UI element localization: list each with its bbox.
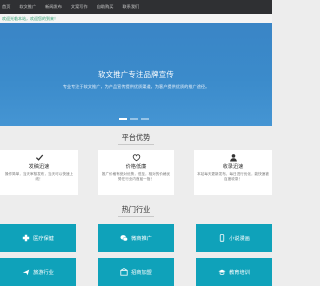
nav-item-self-purchase[interactable]: 自助购买 bbox=[97, 4, 114, 10]
industry-tile[interactable]: 微商推广 bbox=[98, 224, 174, 252]
notice-text: 欢迎光临本站，欢迎您的到来！ bbox=[2, 15, 58, 21]
industry-tile[interactable]: 旅游行业 bbox=[0, 258, 76, 286]
industry-tile-label: 微商推广 bbox=[131, 235, 152, 242]
advantage-card-title: 发稿迅速 bbox=[28, 164, 50, 170]
hero-banner[interactable]: 软文推广专注品牌宣传 专业专注于软文推广，为产品宣传提供优质渠道，为客户提供优质… bbox=[0, 23, 272, 126]
industry-tile-label: 招商加盟 bbox=[131, 269, 152, 276]
nav-item-home[interactable]: 首页 bbox=[2, 4, 10, 10]
section-divider bbox=[118, 144, 154, 145]
industry-tile-label: 医疗保健 bbox=[33, 235, 54, 242]
hero-subtitle: 专业专注于软文推广，为产品宣传提供优质渠道，为客户提供优质的推广途径。 bbox=[62, 84, 210, 89]
wechat-icon bbox=[120, 235, 128, 242]
heart-icon bbox=[132, 154, 140, 162]
industry-tile[interactable]: 教育培训 bbox=[196, 258, 272, 286]
advantage-card-desc: 本站每天更新发布，每日进行优化，能快速被百度收录！ bbox=[197, 172, 269, 181]
advantage-card: 收录迅速 本站每天更新发布，每日进行优化，能快速被百度收录！ bbox=[194, 150, 272, 195]
advantage-card-desc: 操作简单，当天审核发布，当天可以快速上线！ bbox=[4, 172, 74, 181]
nav-item-copywriting[interactable]: 文案写作 bbox=[71, 4, 88, 10]
carousel-indicators bbox=[119, 118, 149, 120]
user-icon bbox=[229, 154, 237, 162]
advantage-card-desc: 推广价格有绝对优势，低至，相对的价格优势在行业内首屈一指！ bbox=[101, 172, 171, 181]
section-divider bbox=[118, 216, 154, 217]
carousel-dot[interactable] bbox=[141, 118, 149, 120]
nav-item-softtext[interactable]: 软文推广 bbox=[19, 4, 36, 10]
mobile-icon bbox=[219, 234, 225, 242]
industry-tile-label: 小说漫画 bbox=[229, 235, 250, 242]
industries-title: 热门行业 bbox=[121, 205, 151, 214]
hero-title: 软文推广专注品牌宣传 bbox=[98, 70, 174, 79]
industry-tile-label: 教育培训 bbox=[229, 269, 250, 276]
industry-tile[interactable]: 招商加盟 bbox=[98, 258, 174, 286]
industry-tile-label: 旅游行业 bbox=[33, 269, 54, 276]
industry-tile[interactable]: 医疗保健 bbox=[0, 224, 76, 252]
carousel-dot[interactable] bbox=[130, 118, 138, 120]
nav-item-contact[interactable]: 联系我们 bbox=[122, 4, 139, 10]
industry-tile[interactable]: 小说漫画 bbox=[196, 224, 272, 252]
advantage-card: 价格低廉 推广价格有绝对优势，低至，相对的价格优势在行业内首屈一指！ bbox=[98, 150, 174, 195]
advantage-card-title: 价格低廉 bbox=[125, 164, 147, 170]
checkmark-icon bbox=[35, 154, 43, 161]
advantage-card: 发稿迅速 操作简单，当天审核发布，当天可以快速上线！ bbox=[0, 150, 78, 195]
top-nav-bar: 首页 软文推广 新闻发布 文案写作 自助购买 联系我们 bbox=[0, 0, 272, 14]
advantages-title: 平台优势 bbox=[121, 133, 151, 142]
advantage-card-title: 收录迅速 bbox=[222, 164, 244, 170]
medical-icon bbox=[22, 234, 30, 242]
carousel-dot[interactable] bbox=[119, 118, 127, 120]
nav-item-news[interactable]: 新闻发布 bbox=[45, 4, 62, 10]
notice-bar: 欢迎光临本站，欢迎您的到来！ bbox=[0, 14, 272, 23]
